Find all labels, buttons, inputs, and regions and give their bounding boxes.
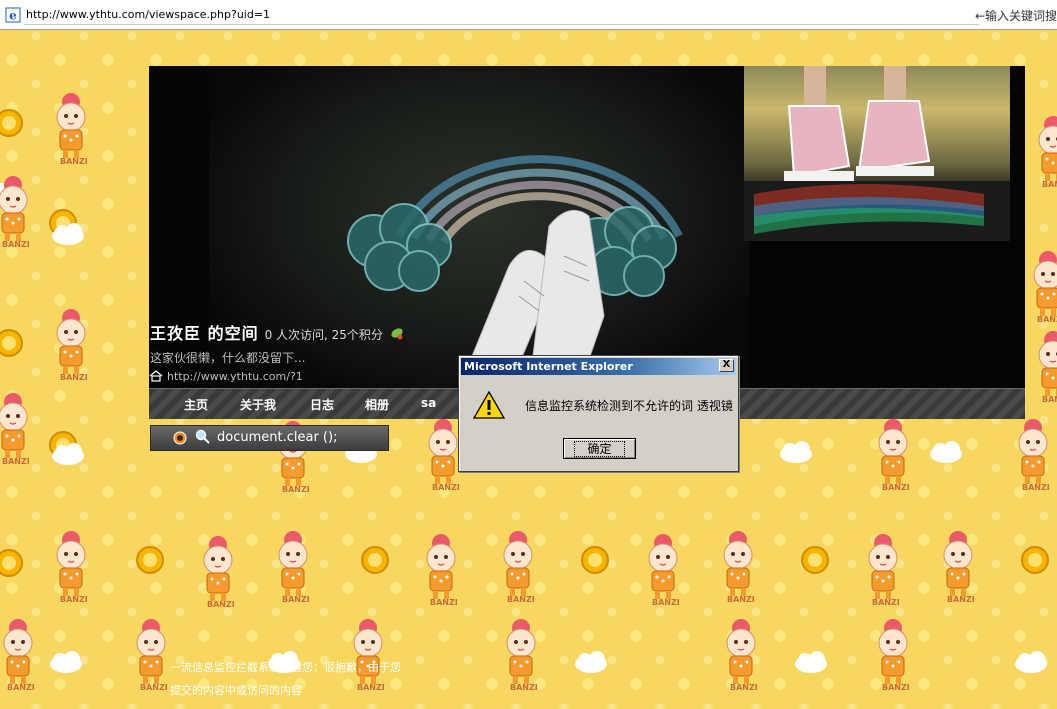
dialog-message: 信息监控系统检测到不允许的词 透视镜 bbox=[525, 399, 733, 413]
svg-text:e: e bbox=[9, 9, 17, 23]
space-home-link[interactable]: http://www.ythtu.com/?1 bbox=[149, 370, 303, 383]
alert-dialog: Microsoft Internet Explorer X 信息监控系统检测到不… bbox=[458, 355, 739, 472]
nav-item-about[interactable]: 关于我 bbox=[240, 396, 276, 413]
nav-item-home[interactable]: 主页 bbox=[184, 396, 208, 413]
warning-icon bbox=[473, 390, 505, 419]
keyword-search-hint[interactable]: ←输入关键词搜 bbox=[975, 7, 1057, 24]
script-bar: document.clear (); bbox=[150, 425, 389, 451]
space-home-url[interactable]: http://www.ythtu.com/?1 bbox=[167, 370, 303, 383]
dialog-titlebar[interactable]: Microsoft Internet Explorer X bbox=[461, 358, 736, 375]
dialog-close-button[interactable]: X bbox=[719, 359, 734, 372]
footer-warning-text: 一流信息监控拦截系统提醒您：很抱歉，由于您提交的内容中或访问的内容 bbox=[170, 661, 401, 697]
firefox-icon bbox=[173, 431, 187, 445]
ok-button-label: 确定 bbox=[574, 441, 625, 457]
home-icon bbox=[149, 370, 163, 382]
script-code: document.clear (); bbox=[217, 430, 338, 445]
magnify-icon bbox=[195, 429, 210, 444]
space-motto: 这家伙很懒，什么都没留下... bbox=[150, 351, 306, 365]
address-underline bbox=[24, 24, 979, 25]
nav-item-sa[interactable]: sa bbox=[421, 396, 436, 410]
address-bar[interactable]: e http://www.ythtu.com/viewspace.php?uid… bbox=[0, 0, 1057, 30]
nav-item-blog[interactable]: 日志 bbox=[310, 396, 334, 413]
banner-side-photo bbox=[744, 66, 1010, 241]
url-text[interactable]: http://www.ythtu.com/viewspace.php?uid=1 bbox=[26, 8, 270, 21]
dialog-title: Microsoft Internet Explorer bbox=[464, 360, 633, 373]
leaf-icon bbox=[390, 328, 403, 340]
ie-icon: e bbox=[5, 7, 21, 23]
space-stats: 0 人次访问, 25个积分 bbox=[264, 328, 383, 342]
nav-item-album[interactable]: 相册 bbox=[365, 396, 389, 413]
ok-button[interactable]: 确定 bbox=[563, 438, 636, 459]
pink-sneakers-illustration bbox=[744, 66, 1010, 241]
space-title: 王孜臣 的空间 0 人次访问, 25个积分 bbox=[150, 320, 404, 344]
space-owner-name: 王孜臣 的空间 bbox=[150, 324, 259, 343]
